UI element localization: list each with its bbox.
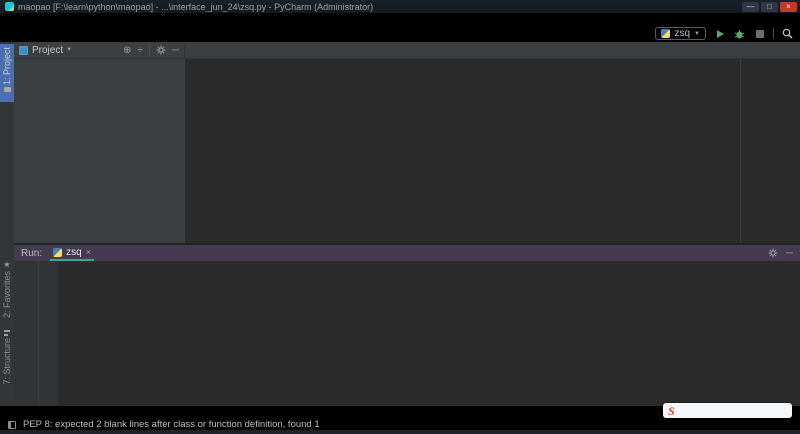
run-panel-header: Run: zsq × ─	[14, 245, 800, 261]
run-toolbar-left	[14, 261, 39, 406]
sogou-logo-icon[interactable]: S	[668, 405, 675, 417]
pycharm-window: maopao [F:\learn\python\maopao] - ...\in…	[0, 0, 800, 434]
stripe-tab-structure[interactable]: 7: Structure	[0, 330, 14, 394]
run-configuration-name: zsq	[674, 28, 690, 39]
divider	[149, 45, 150, 56]
run-tool-window: Run: zsq × ─	[14, 243, 800, 406]
run-button[interactable]	[713, 27, 726, 40]
windows-taskbar-sliver	[0, 430, 800, 434]
project-panel-title[interactable]: Project	[32, 45, 63, 56]
collapse-all-icon[interactable]: ÷	[137, 45, 143, 56]
project-tool-window-icon	[19, 46, 28, 55]
stripe-tab-project[interactable]: 1: Project	[0, 44, 14, 102]
hide-icon[interactable]: ─	[172, 45, 179, 56]
code-editor[interactable]	[185, 59, 800, 243]
star-icon: ★	[3, 260, 10, 269]
run-panel-body	[14, 261, 800, 406]
chevron-down-icon[interactable]: ▼	[66, 47, 72, 53]
minimize-button[interactable]: —	[742, 2, 759, 12]
sogou-ime-bar[interactable]: S	[663, 403, 792, 418]
run-panel-label: Run:	[21, 248, 42, 259]
close-icon[interactable]: ×	[86, 247, 91, 257]
stripe-tab-project-label: 1: Project	[2, 47, 12, 85]
run-header-icons: ─	[768, 248, 793, 259]
tab-row: Project ▼ ⊕ ÷ ─	[14, 42, 800, 59]
window-title: maopao [F:\learn\python\maopao] - ...\in…	[18, 2, 373, 12]
run-console[interactable]	[58, 261, 800, 406]
divider	[773, 28, 774, 39]
maximize-button[interactable]: □	[761, 2, 778, 12]
main-area: 1: Project ★ 2: Favorites 7: Structure P…	[0, 42, 800, 406]
folder-icon	[4, 87, 11, 92]
settings-icon[interactable]	[156, 45, 166, 55]
debug-button[interactable]	[733, 27, 746, 40]
pycharm-logo-icon	[5, 2, 14, 11]
stripe-tab-structure-label: 7: Structure	[2, 338, 12, 385]
right-margin-guide	[740, 59, 741, 243]
title-bar: maopao [F:\learn\python\maopao] - ...\in…	[0, 0, 800, 13]
stop-button[interactable]	[753, 27, 766, 40]
run-tab-zsq[interactable]: zsq ×	[50, 245, 94, 261]
python-file-icon	[661, 29, 670, 38]
close-button[interactable]: ×	[780, 2, 797, 12]
stripe-tab-favorites-label: 2: Favorites	[2, 271, 12, 318]
project-header-icons: ⊕ ÷ ─	[123, 45, 179, 56]
status-message: PEP 8: expected 2 blank lines after clas…	[23, 419, 320, 430]
locate-icon[interactable]: ⊕	[123, 45, 131, 56]
run-controls: zsq ▼	[655, 27, 794, 40]
settings-icon[interactable]	[768, 248, 778, 258]
navigation-bar: zsq ▼	[0, 25, 800, 42]
editor-tabs	[185, 42, 800, 58]
menu-bar	[0, 13, 800, 25]
content-row	[14, 59, 800, 243]
chevron-down-icon: ▼	[694, 31, 700, 37]
hide-icon[interactable]: ─	[786, 248, 793, 259]
stripe-tab-favorites[interactable]: ★ 2: Favorites	[0, 260, 14, 320]
python-file-icon	[53, 248, 62, 257]
mid-right: Project ▼ ⊕ ÷ ─	[14, 42, 800, 406]
structure-icon	[4, 330, 10, 336]
project-tree	[14, 59, 185, 243]
run-tab-label: zsq	[66, 247, 82, 258]
run-toolbar-right	[39, 261, 58, 406]
search-icon[interactable]	[781, 27, 794, 40]
run-configuration-select[interactable]: zsq ▼	[655, 27, 706, 40]
project-panel-header: Project ▼ ⊕ ÷ ─	[14, 42, 185, 58]
window-controls: — □ ×	[742, 2, 797, 12]
left-tool-stripe: 1: Project ★ 2: Favorites 7: Structure	[0, 42, 14, 406]
status-bar: PEP 8: expected 2 blank lines after clas…	[0, 419, 800, 430]
warning-stripe[interactable]	[793, 59, 800, 243]
tool-window-toggle-icon[interactable]	[8, 421, 16, 429]
